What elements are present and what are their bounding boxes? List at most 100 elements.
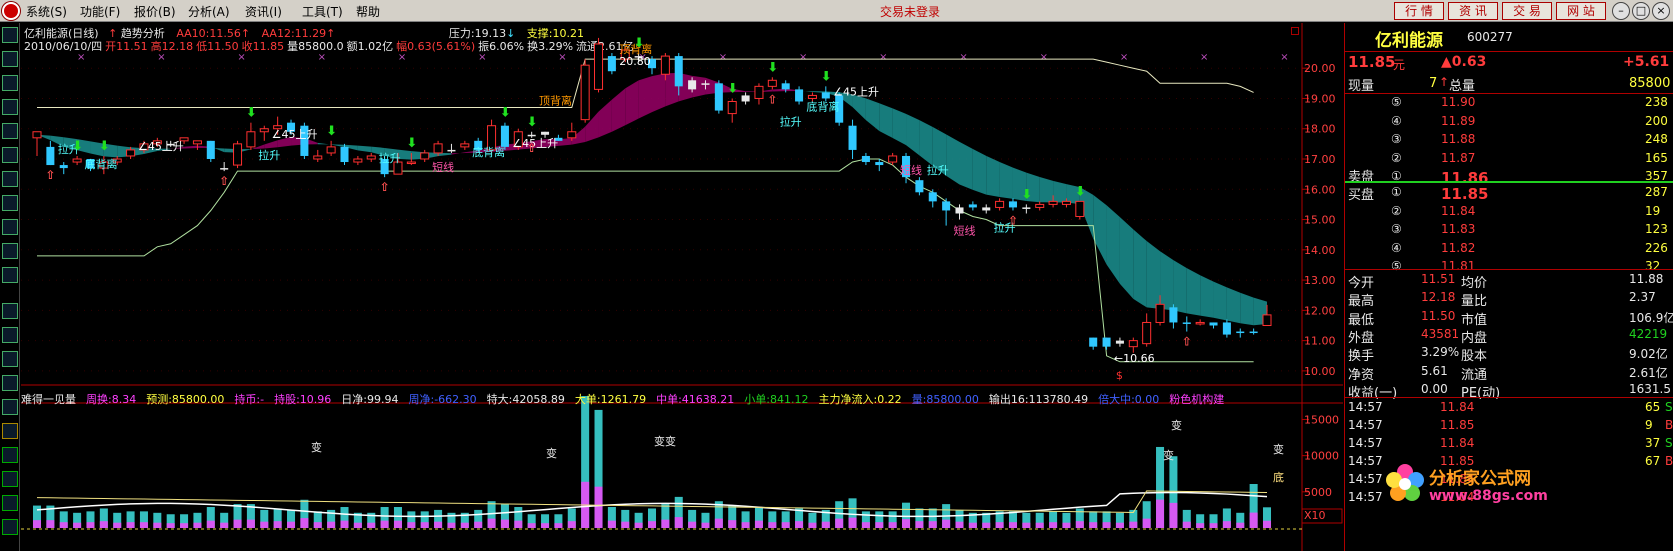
line-chart-icon[interactable]: [2, 75, 18, 91]
website-button[interactable]: 网 站: [1556, 2, 1606, 20]
volume-bar-inner: [1049, 522, 1058, 528]
volume-bar-inner: [995, 522, 1004, 528]
top-marker: ×: [1040, 52, 1048, 63]
green-down-arrow-icon: ⬇: [99, 139, 110, 154]
rank-icon[interactable]: [2, 195, 18, 211]
menu-system[interactable]: 系统(S): [26, 3, 67, 20]
tick-row: B: [1665, 418, 1673, 432]
formula-icon[interactable]: [2, 351, 18, 367]
etf-icon[interactable]: [2, 267, 18, 283]
menu-help[interactable]: 帮助: [356, 3, 380, 20]
wave-icon[interactable]: [2, 303, 18, 319]
menu-function[interactable]: 功能(F): [80, 3, 120, 20]
sector-icon[interactable]: [2, 171, 18, 187]
top-marker: ×: [1200, 52, 1208, 63]
sell-row: 11.89: [1441, 113, 1476, 128]
volume-bar-inner: [1129, 521, 1138, 528]
candle-body: [326, 146, 336, 154]
price-change: ▲0.63: [1441, 54, 1487, 70]
arrow-up-green-icon[interactable]: [2, 495, 18, 511]
tick-row: 14:57: [1348, 472, 1383, 486]
volume-bar-inner: [968, 522, 977, 528]
vol-stat-0: 难得一见量: [21, 393, 76, 406]
globe-icon[interactable]: [2, 243, 18, 259]
volume-bar-inner: [1156, 499, 1165, 528]
stat-row: 市值: [1461, 312, 1488, 328]
candle-body: [1236, 331, 1245, 334]
candle-body: [594, 43, 604, 90]
volume-bar-inner: [928, 521, 937, 528]
candle-body: [982, 207, 991, 211]
candle-body: [1008, 201, 1017, 208]
f10-icon[interactable]: [2, 219, 18, 235]
candle-body: [447, 149, 456, 152]
buy-row: ②: [1391, 203, 1402, 218]
candle-body: [126, 149, 136, 157]
report-icon[interactable]: [2, 147, 18, 163]
volume-bar-inner: [434, 521, 443, 528]
signal-label: 拉升: [258, 148, 280, 162]
arrow-down-icon[interactable]: [2, 519, 18, 535]
market-button[interactable]: 行 情: [1394, 2, 1444, 20]
candle-body: [848, 125, 857, 150]
volume-bar-inner: [808, 522, 817, 528]
ma-ribbon-segment: [1119, 217, 1134, 299]
search-icon[interactable]: [2, 399, 18, 415]
arrow-up-icon[interactable]: [2, 447, 18, 463]
buy-row: ⑤: [1391, 259, 1402, 273]
y-tick-label: 17.00: [1304, 153, 1336, 166]
stat-row: 11.88: [1629, 272, 1664, 286]
maximize-icon[interactable]: □: [1632, 2, 1650, 20]
vol-signal-label: 变: [546, 446, 557, 460]
chart-area[interactable]: 亿利能源(日线) ↑ 趋势分析 AA10:11.56↑ AA12:11.29↑ …: [21, 23, 1343, 551]
red-up-arrow-icon: ⇧: [219, 174, 229, 188]
top-marker: ×: [879, 52, 887, 63]
list-icon[interactable]: [2, 51, 18, 67]
ma-ribbon-segment: [638, 76, 652, 119]
candle-body: [1089, 337, 1098, 347]
top-marker: ×: [959, 52, 967, 63]
pen-icon[interactable]: [2, 423, 18, 439]
table-icon[interactable]: [2, 123, 18, 139]
sell-row: 238: [1645, 95, 1668, 109]
volume-bar-inner: [688, 521, 697, 528]
ma-ribbon-segment: [1173, 260, 1187, 314]
rsi-icon[interactable]: [2, 327, 18, 343]
minimize-icon[interactable]: –: [1612, 2, 1630, 20]
close-icon[interactable]: ×: [1652, 2, 1670, 20]
candle-body: [406, 161, 416, 165]
ma-ribbon-segment: [1186, 268, 1201, 316]
news-button[interactable]: 资 讯: [1448, 2, 1498, 20]
y-tick-label: 20.00: [1304, 62, 1336, 75]
menu-news[interactable]: 资讯(I): [245, 3, 282, 20]
warn-icon[interactable]: [2, 375, 18, 391]
candle-body: [541, 131, 550, 135]
stat-row: 2.61亿: [1629, 365, 1668, 380]
vol-tick-label: 15000: [1304, 413, 1339, 426]
signal-label: 短线: [954, 224, 976, 238]
volume-bar-inner: [554, 523, 563, 528]
kline-icon[interactable]: [2, 99, 18, 115]
vol-unit: X10: [1304, 509, 1326, 522]
menu-tools[interactable]: 工具(T): [302, 3, 343, 20]
candle-body: [206, 140, 215, 159]
ma-ribbon-segment: [959, 141, 973, 190]
vol-stat-11: 主力净流入:0.22: [818, 393, 902, 406]
tick-row: 14:57: [1348, 454, 1383, 468]
move-icon[interactable]: [2, 471, 18, 487]
stat-row: 42219: [1629, 326, 1668, 341]
candle-body: [366, 155, 376, 160]
candle-body: [1262, 314, 1272, 326]
menu-quote[interactable]: 报价(B): [134, 3, 176, 20]
stat-row: 11.51: [1421, 272, 1456, 286]
green-down-arrow-icon: ⬇: [634, 36, 645, 51]
menu-analysis[interactable]: 分析(A): [188, 3, 230, 20]
vol-signal-label: 变: [1171, 418, 1182, 432]
ma-ribbon-segment: [879, 103, 893, 138]
app-logo-icon[interactable]: [2, 2, 20, 20]
green-down-arrow-icon: ⬇: [527, 115, 538, 130]
grid-icon[interactable]: [2, 27, 18, 43]
candle-body: [888, 155, 898, 163]
trade-button[interactable]: 交 易: [1502, 2, 1552, 20]
candle-body: [500, 125, 509, 147]
